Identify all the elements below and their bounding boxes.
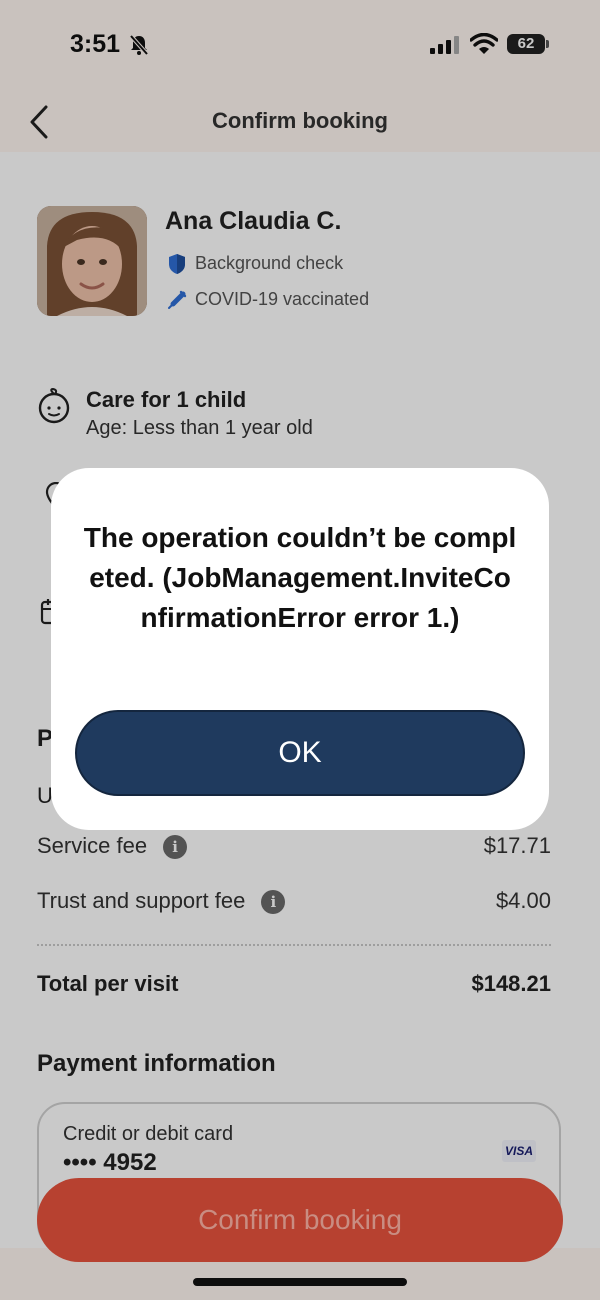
error-alert-dialog: The operation couldn’t be completed. (Jo… xyxy=(51,468,549,830)
alert-message: The operation couldn’t be completed. (Jo… xyxy=(83,522,517,633)
alert-ok-button[interactable]: OK xyxy=(75,710,525,796)
